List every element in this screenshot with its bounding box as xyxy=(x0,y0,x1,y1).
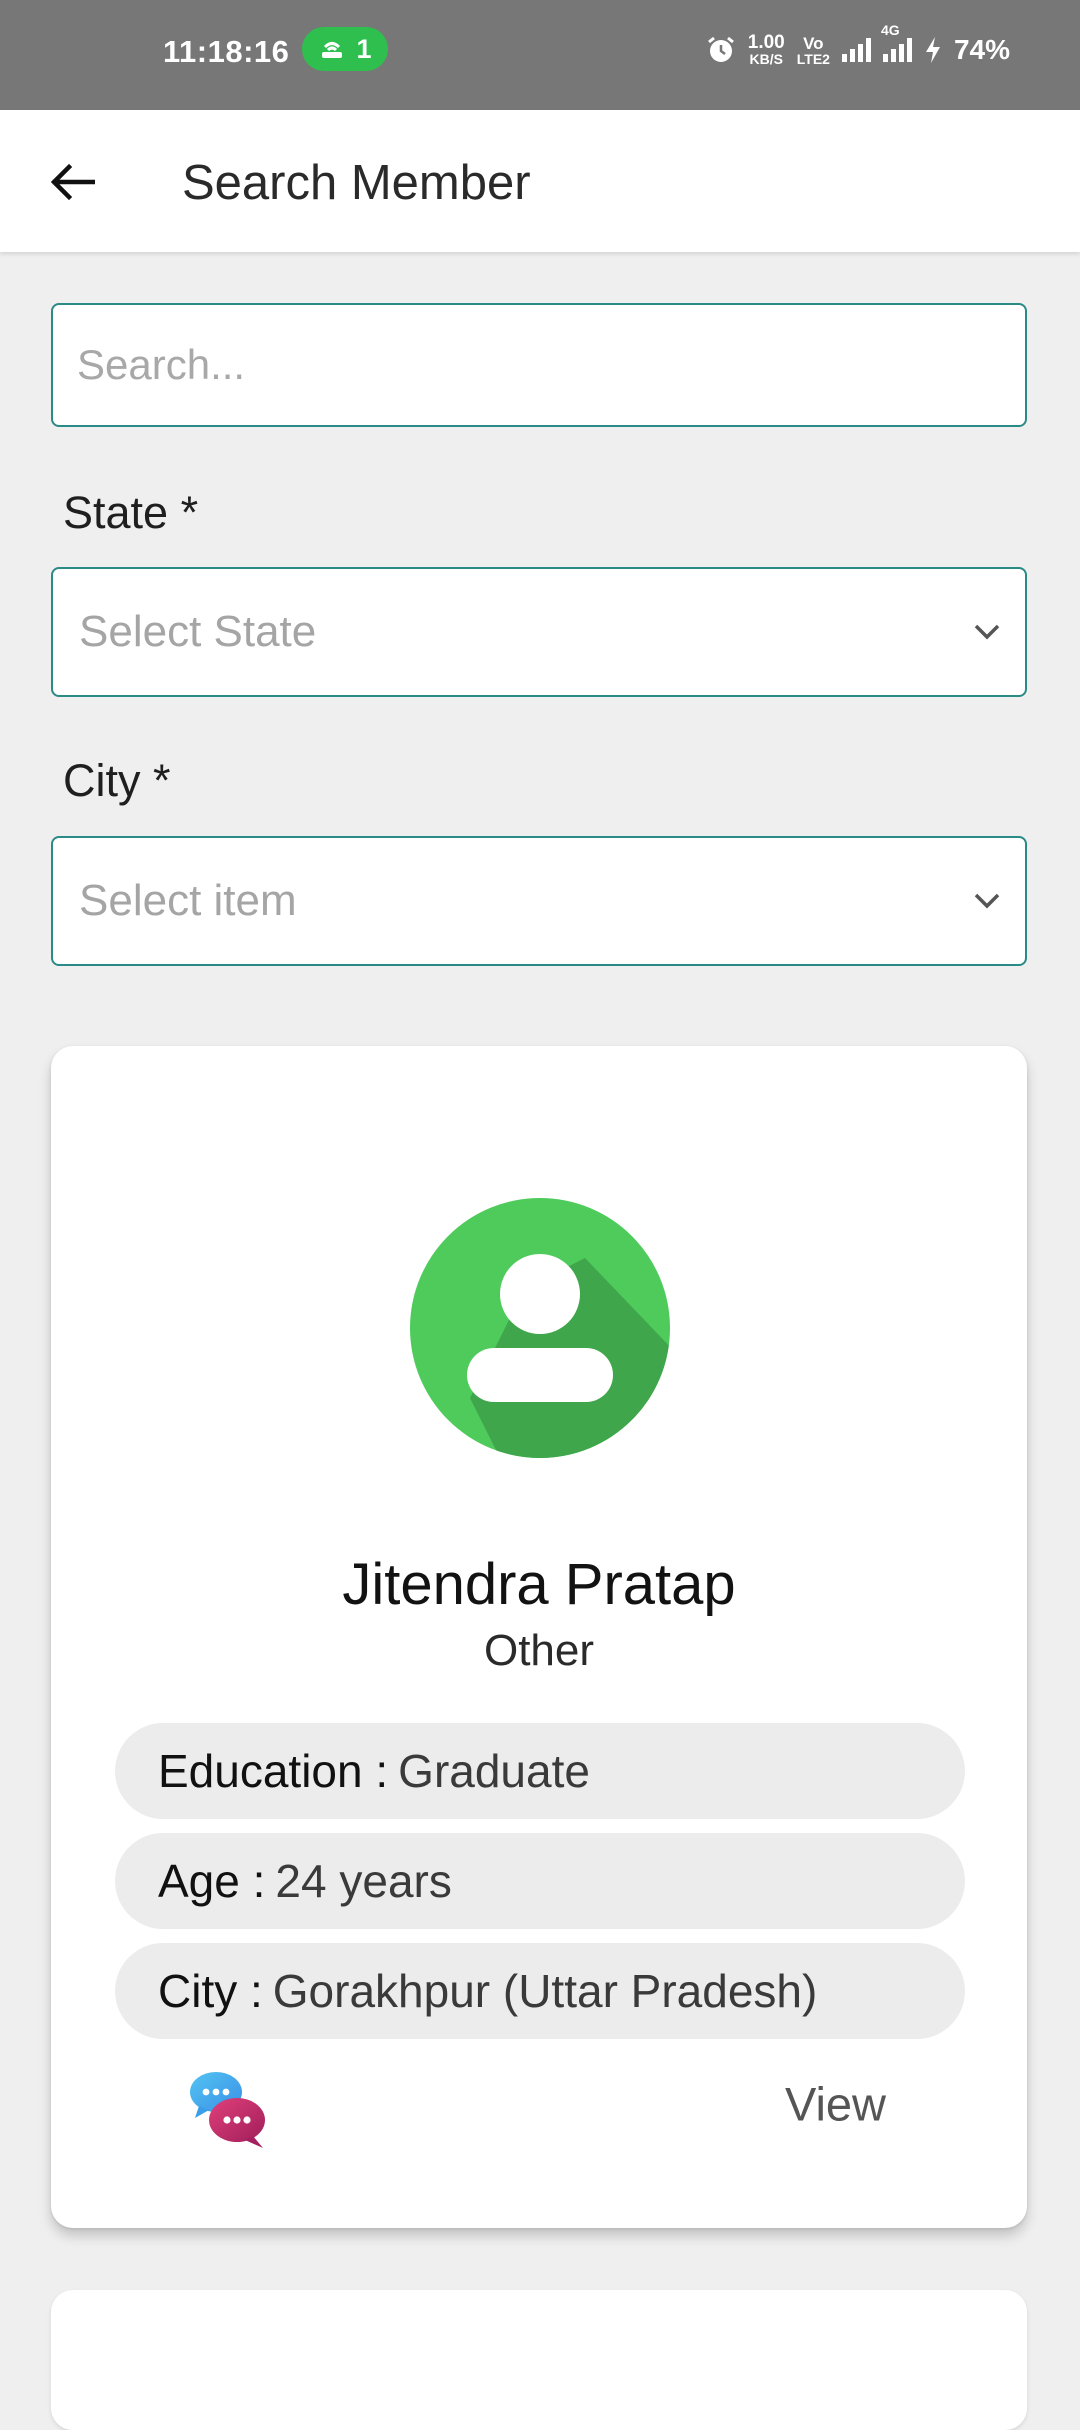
hotspot-count: 1 xyxy=(356,33,372,64)
member-gender: Other xyxy=(483,1626,595,1675)
member-name: Jitendra Pratap xyxy=(342,1552,736,1617)
status-bar: 11:18:16 1 1.00 KB/S Vo LTE2 4G 74% xyxy=(0,0,1080,110)
avatar-icon xyxy=(410,1198,670,1458)
volte-bottom: LTE2 xyxy=(796,50,830,67)
member-card-next xyxy=(51,2290,1027,2430)
city-select-placeholder: Select item xyxy=(79,876,297,925)
state-label: State * xyxy=(63,487,199,538)
view-button[interactable]: View xyxy=(785,2077,886,2132)
signal-4g: 4G xyxy=(881,22,912,62)
alarm-icon xyxy=(707,36,734,62)
age-value: 24 years xyxy=(275,1855,452,1907)
age-label: Age : xyxy=(158,1855,266,1907)
state-select-placeholder: Select State xyxy=(79,607,317,656)
back-button[interactable] xyxy=(40,150,104,214)
education-value: Graduate xyxy=(398,1745,590,1797)
city-info-value: Gorakhpur (Uttar Pradesh) xyxy=(272,1965,818,2017)
signal-icon xyxy=(841,38,871,62)
network-type: 4G xyxy=(880,22,900,38)
status-icons: 1.00 KB/S Vo LTE2 4G 74% xyxy=(706,22,1010,67)
chevron-down-icon xyxy=(974,893,1000,909)
net-speed-unit: KB/S xyxy=(749,51,783,67)
battery-level: 74% xyxy=(953,34,1010,65)
charging-icon xyxy=(925,37,940,63)
city-row: City : Gorakhpur (Uttar Pradesh) xyxy=(115,1943,965,2039)
age-row: Age : 24 years xyxy=(115,1833,965,1929)
status-time: 11:18:16 xyxy=(163,34,290,69)
signal-icon-2 xyxy=(882,38,912,62)
chat-icon[interactable] xyxy=(189,2068,271,2150)
education-row: Education : Graduate xyxy=(115,1723,965,1819)
page-title: Search Member xyxy=(182,156,531,210)
city-label: City * xyxy=(63,755,171,806)
member-card: Jitendra Pratap Other Education : Gradua… xyxy=(51,1046,1027,2228)
education-label: Education : xyxy=(158,1745,389,1797)
back-arrow-icon xyxy=(50,163,95,201)
city-select[interactable]: Select item xyxy=(51,836,1027,966)
search-input[interactable] xyxy=(53,305,1025,425)
volte-top: Vo xyxy=(803,33,824,53)
hotspot-icon xyxy=(322,42,343,58)
state-select[interactable]: Select State xyxy=(51,567,1027,697)
city-info-label: City : xyxy=(158,1965,263,2017)
app-bar: Search Member xyxy=(0,110,1080,252)
volte-indicator: Vo LTE2 xyxy=(797,35,830,66)
net-speed-value: 1.00 xyxy=(747,32,785,53)
search-field[interactable] xyxy=(51,303,1027,427)
hotspot-indicator: 1 xyxy=(302,27,388,71)
chevron-down-icon xyxy=(974,624,1000,640)
net-speed: 1.00 KB/S xyxy=(747,32,785,67)
